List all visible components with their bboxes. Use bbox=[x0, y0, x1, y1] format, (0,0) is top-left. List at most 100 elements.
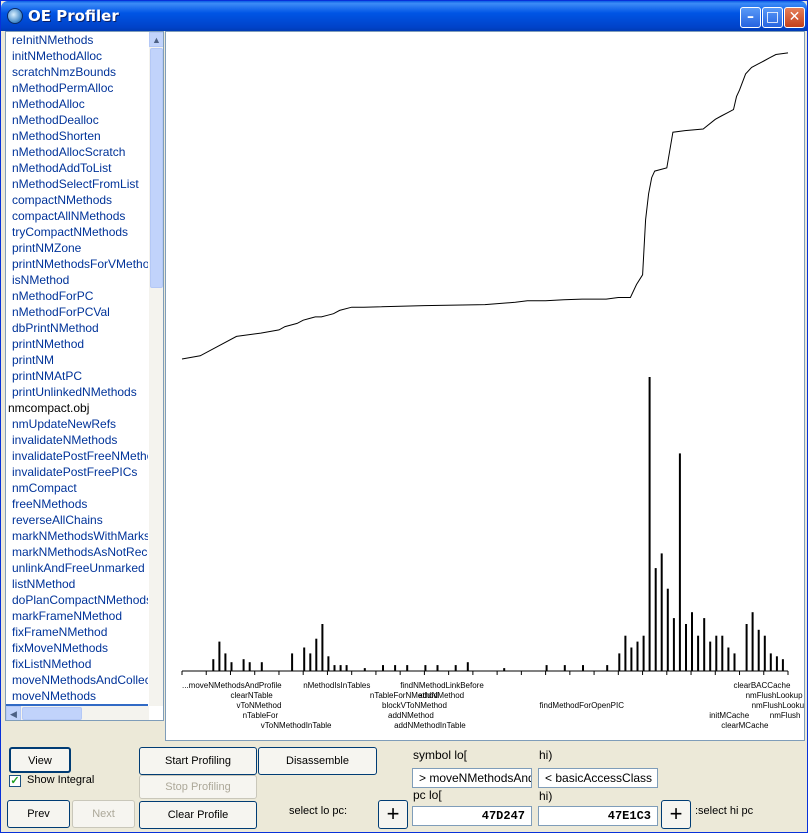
histogram-bar bbox=[757, 629, 760, 671]
histogram-bar bbox=[309, 653, 312, 671]
scroll-left-icon[interactable]: ◀ bbox=[6, 706, 21, 720]
list-item[interactable]: nMethodAddToList bbox=[6, 160, 148, 176]
list-item[interactable]: printNMZone bbox=[6, 240, 148, 256]
histogram-bar bbox=[781, 659, 784, 671]
list-item[interactable]: nmcompact.obj bbox=[6, 400, 148, 416]
maximize-button[interactable]: □ bbox=[762, 7, 783, 28]
list-item[interactable]: scratchNmzBounds bbox=[6, 64, 148, 80]
list-item[interactable]: nMethodSelectFromList bbox=[6, 176, 148, 192]
histogram-bar bbox=[763, 635, 766, 671]
histogram-bar bbox=[436, 665, 439, 671]
histogram-bar bbox=[563, 665, 566, 671]
histogram-bar bbox=[242, 659, 245, 671]
symbol-label: clearNTable bbox=[231, 691, 274, 700]
histogram-bar bbox=[321, 624, 324, 671]
show-integral-checkbox[interactable]: ✓ bbox=[9, 775, 21, 787]
list-item[interactable]: nMethodShorten bbox=[6, 128, 148, 144]
next-button[interactable]: Next bbox=[72, 800, 135, 828]
histogram-bar bbox=[672, 618, 675, 671]
list-item[interactable]: invalidatePostFreePICs bbox=[6, 464, 148, 480]
list-item[interactable]: fixListNMethod bbox=[6, 656, 148, 672]
list-item[interactable]: compactAllNMethods bbox=[6, 208, 148, 224]
list-item[interactable]: nMethodForPC bbox=[6, 288, 148, 304]
symbol-lo-field[interactable]: > moveNMethodsAndProfile bbox=[412, 768, 532, 788]
list-item[interactable]: dbPrintNMethod bbox=[6, 320, 148, 336]
histogram-bar bbox=[545, 665, 548, 671]
list-item[interactable]: reInitNMethods bbox=[6, 32, 148, 48]
list-item[interactable]: initNMethodAlloc bbox=[6, 48, 148, 64]
list-item[interactable]: compactNMethods bbox=[6, 192, 148, 208]
list-item[interactable]: printNM bbox=[6, 352, 148, 368]
horizontal-scrollbar[interactable]: ◀ bbox=[6, 706, 149, 720]
profile-chart-svg: ...moveNMethodsAndProfileclearNTablevToN… bbox=[181, 52, 804, 730]
profile-chart[interactable]: ...moveNMethodsAndProfile clearNTable vToN… bbox=[165, 31, 805, 741]
histogram-bar bbox=[260, 662, 263, 671]
histogram-bar bbox=[648, 377, 651, 671]
stop-profiling-button[interactable]: Stop Profiling bbox=[139, 775, 257, 799]
list-item[interactable]: markFrameNMethod bbox=[6, 608, 148, 624]
histogram-bar bbox=[721, 635, 724, 671]
list-item[interactable]: nmCompact bbox=[6, 480, 148, 496]
histogram-bar bbox=[654, 568, 657, 671]
histogram-bar bbox=[606, 665, 609, 671]
list-item[interactable]: fixMoveNMethods bbox=[6, 640, 148, 656]
list-item[interactable]: markNMethodsAsNotRecent bbox=[6, 544, 148, 560]
list-item[interactable]: invalidateNMethods bbox=[6, 432, 148, 448]
list-item[interactable]: reverseAllChains bbox=[6, 512, 148, 528]
list-item[interactable]: nMethodAlloc bbox=[6, 96, 148, 112]
view-button[interactable]: View bbox=[9, 747, 71, 773]
histogram-bar bbox=[333, 665, 336, 671]
list-item[interactable]: printNMAtPC bbox=[6, 368, 148, 384]
close-button[interactable]: ✕ bbox=[784, 7, 805, 28]
list-item[interactable]: freeNMethods bbox=[6, 496, 148, 512]
clear-profile-button[interactable]: Clear Profile bbox=[139, 801, 257, 829]
title-bar[interactable]: OE Profiler – □ ✕ bbox=[1, 1, 807, 31]
list-item[interactable]: doPlanCompactNMethods bbox=[6, 592, 148, 608]
list-item[interactable]: nmUpdateNewRefs bbox=[6, 416, 148, 432]
scroll-up-icon[interactable]: ▲ bbox=[149, 32, 163, 47]
symbol-label: nTableFor bbox=[243, 711, 279, 720]
histogram-bar bbox=[697, 635, 700, 671]
list-item[interactable]: markNMethodsWithMarks bbox=[6, 528, 148, 544]
prev-button[interactable]: Prev bbox=[7, 800, 70, 828]
list-item[interactable]: invalidatePostFreeNMethods bbox=[6, 448, 148, 464]
minimize-button[interactable]: – bbox=[740, 7, 761, 28]
select-lo-pc-label: select lo pc: bbox=[289, 805, 348, 817]
pc-hi-field[interactable]: 47E1C3 bbox=[538, 806, 658, 826]
select-hi-pc-button[interactable]: + bbox=[661, 800, 691, 829]
histogram-bar bbox=[303, 647, 306, 671]
list-item[interactable]: nMethodPermAlloc bbox=[6, 80, 148, 96]
list-item[interactable]: printUnlinkedNMethods bbox=[6, 384, 148, 400]
list-item[interactable]: nMethodForPCVal bbox=[6, 304, 148, 320]
list-item[interactable]: listNMethod bbox=[6, 576, 148, 592]
symbol-label: nmFlushLookup bbox=[746, 691, 803, 700]
list-item[interactable]: tryCompactNMethods bbox=[6, 224, 148, 240]
histogram-bar bbox=[715, 635, 718, 671]
list-item[interactable]: printNMethod bbox=[6, 336, 148, 352]
disassemble-button[interactable]: Disassemble bbox=[258, 747, 377, 775]
select-lo-pc-button[interactable]: + bbox=[378, 800, 408, 829]
list-item[interactable]: moveNMethodsAndCollect bbox=[6, 672, 148, 688]
histogram-bar bbox=[363, 668, 366, 671]
histogram-bar bbox=[248, 662, 251, 671]
pc-lo-field[interactable]: 47D247 bbox=[412, 806, 532, 826]
list-item[interactable]: unlinkAndFreeUnmarked bbox=[6, 560, 148, 576]
list-item[interactable]: nMethodDealloc bbox=[6, 112, 148, 128]
vertical-scrollbar[interactable]: ▲ bbox=[149, 32, 163, 706]
list-item[interactable]: fixFrameNMethod bbox=[6, 624, 148, 640]
symbol-hi-field[interactable]: < basicAccessClass bbox=[538, 768, 658, 788]
histogram-bar bbox=[406, 665, 409, 671]
horizontal-scroll-thumb[interactable] bbox=[22, 707, 82, 720]
vertical-scroll-thumb[interactable] bbox=[150, 48, 163, 288]
start-profiling-button[interactable]: Start Profiling bbox=[139, 747, 257, 775]
window-title: OE Profiler bbox=[28, 7, 119, 25]
histogram-bar bbox=[751, 612, 754, 671]
list-item[interactable]: isNMethod bbox=[6, 272, 148, 288]
list-item[interactable]: printNMethodsForVMethod bbox=[6, 256, 148, 272]
list-item[interactable]: moveNMethods bbox=[6, 688, 148, 704]
list-item[interactable]: nMethodAllocScratch bbox=[6, 144, 148, 160]
symbol-label: nMethodIsInTables bbox=[303, 681, 370, 690]
symbol-list[interactable]: reInitNMethods initNMethodAlloc scratchNmz… bbox=[6, 32, 148, 706]
histogram-bar bbox=[703, 618, 706, 671]
histogram-bar bbox=[327, 656, 330, 671]
